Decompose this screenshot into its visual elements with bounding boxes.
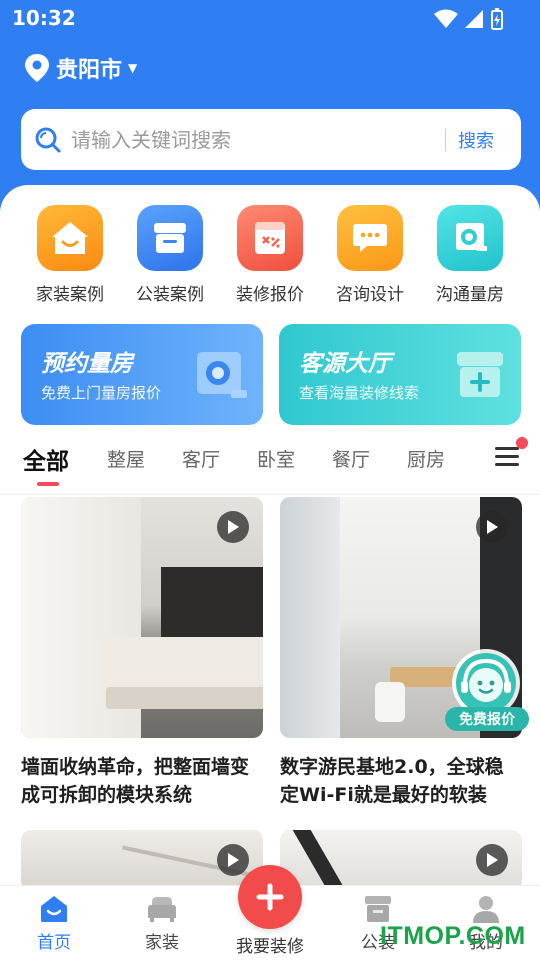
search-divider: [445, 128, 446, 151]
play-icon: [217, 511, 249, 543]
status-time: 10:32: [12, 6, 76, 30]
add-renovation-button[interactable]: [238, 865, 302, 929]
category-design-consult[interactable]: 咨询设计: [320, 205, 420, 305]
tab-whole-house[interactable]: 整屋: [107, 445, 145, 472]
search-icon: [35, 127, 61, 152]
search-button[interactable]: 搜索: [458, 127, 494, 153]
calculator-icon: [237, 205, 303, 271]
promo-client-hall[interactable]: 客源大厅 查看海量装修线索: [279, 324, 521, 425]
nav-home-decor[interactable]: 家装: [117, 894, 207, 953]
home-icon: [37, 205, 103, 271]
promo-book-measure[interactable]: 预约量房 免费上门量房报价: [21, 324, 263, 425]
chat-bubble-icon: [337, 205, 403, 271]
city-selector[interactable]: 贵阳市 ▼: [24, 52, 137, 84]
category-measure-room[interactable]: 沟通量房: [420, 205, 520, 305]
promo-title: 客源大厅: [299, 351, 391, 377]
feed-card[interactable]: [21, 830, 263, 890]
status-bar: 10:32: [0, 0, 540, 36]
location-pin-icon: [25, 54, 49, 82]
tab-all[interactable]: 全部: [23, 442, 69, 476]
nav-label: 首页: [37, 933, 71, 953]
feed-image: [280, 830, 522, 890]
tape-measure-icon: [437, 205, 503, 271]
notification-dot: [516, 437, 528, 449]
category-tabs: 全部 整屋 客厅 卧室 餐厅 厨房: [0, 435, 540, 495]
wifi-icon: [434, 9, 458, 28]
search-input[interactable]: [71, 127, 441, 152]
category-quotes[interactable]: 装修报价: [220, 205, 320, 305]
feed-image: [21, 497, 263, 738]
tab-living-room[interactable]: 客厅: [182, 445, 220, 472]
user-icon: [473, 896, 499, 923]
category-label: 公装案例: [136, 285, 204, 305]
nav-label[interactable]: 我要装修: [220, 932, 320, 957]
search-bar: 搜索: [21, 109, 521, 170]
status-icons: [434, 8, 504, 30]
feed-card[interactable]: [280, 830, 522, 890]
feed-title: 墙面收纳革命，把整面墙变成可拆卸的模块系统: [21, 756, 250, 806]
nav-home[interactable]: 首页: [9, 894, 99, 953]
category-home-cases[interactable]: 家装案例: [20, 205, 120, 305]
free-quote-float-button[interactable]: 免费报价: [443, 645, 529, 733]
city-name: 贵阳市: [56, 58, 123, 83]
category-label: 沟通量房: [436, 285, 504, 305]
sofa-icon: [148, 897, 176, 922]
feed-image: [21, 830, 263, 890]
home-icon: [41, 896, 67, 922]
tape-measure-icon: [197, 352, 247, 398]
feed-title: 数字游民基地2.0，全球稳定Wi-Fi就是最好的软装: [280, 756, 504, 806]
plus-icon: [256, 883, 284, 911]
tab-bedroom[interactable]: 卧室: [257, 445, 295, 472]
category-grid: 家装案例 公装案例 装修报价 咨询设计 沟通量房: [20, 205, 520, 305]
signal-icon: [465, 10, 483, 28]
caret-down-icon: ▼: [128, 61, 138, 75]
tab-dining-room[interactable]: 餐厅: [332, 445, 370, 472]
storefront-icon: [137, 205, 203, 271]
play-icon: [217, 844, 249, 876]
nav-label: 家装: [145, 933, 179, 953]
store-icon: [457, 352, 503, 397]
battery-icon: [491, 8, 503, 30]
feed-card[interactable]: 墙面收纳革命，把整面墙变成可拆卸的模块系统: [21, 497, 263, 809]
free-quote-label: 免费报价: [445, 707, 529, 731]
watermark-text: ITMOP.COM: [380, 922, 526, 950]
play-icon: [476, 511, 508, 543]
category-commercial-cases[interactable]: 公装案例: [120, 205, 220, 305]
promo-subtitle: 查看海量装修线索: [299, 384, 420, 402]
promo-title: 预约量房: [41, 351, 133, 377]
promo-subtitle: 免费上门量房报价: [41, 384, 162, 402]
category-label: 装修报价: [236, 285, 304, 305]
play-icon: [476, 844, 508, 876]
storefront-icon: [365, 896, 391, 922]
category-label: 家装案例: [36, 285, 104, 305]
tab-kitchen[interactable]: 厨房: [407, 445, 445, 472]
category-label: 咨询设计: [336, 285, 404, 305]
menu-icon[interactable]: [495, 447, 519, 467]
tab-indicator: [37, 482, 59, 486]
